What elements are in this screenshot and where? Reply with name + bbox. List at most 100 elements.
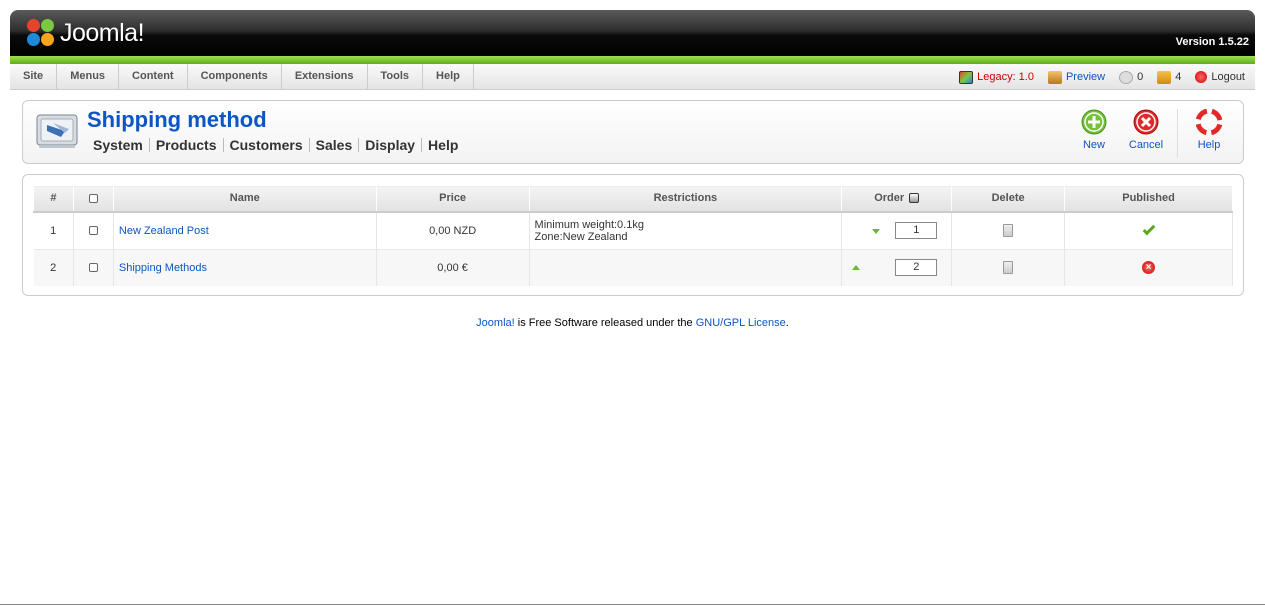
new-button[interactable]: New (1068, 109, 1120, 157)
row-delete-cell (951, 211, 1066, 250)
shipping-method-icon (35, 111, 79, 151)
submenu-system[interactable]: System (91, 138, 150, 152)
col-header-select-all (72, 185, 114, 213)
logout-icon (1195, 71, 1208, 83)
move-up-icon[interactable] (852, 264, 861, 270)
cancel-button[interactable]: Cancel (1120, 109, 1172, 157)
row-price: 0,00 € (376, 249, 530, 286)
submenu-products[interactable]: Products (150, 138, 224, 152)
submenu-customers[interactable]: Customers (224, 138, 310, 152)
help-button[interactable]: Help (1183, 108, 1235, 157)
plus-icon (1081, 109, 1107, 135)
restriction-zone: Zone:New Zealand (534, 230, 628, 243)
users-icon (1157, 70, 1172, 84)
restriction-weight: Minimum weight:0.1kg (534, 218, 644, 231)
col-header-delete: Delete (951, 185, 1066, 213)
row-number: 2 (33, 249, 74, 286)
order-input[interactable]: 2 (895, 258, 938, 276)
legacy-icon (959, 70, 974, 84)
table-row: 1 New Zealand Post 0,00 NZD Minimum weig… (33, 211, 1233, 250)
menu-item-content[interactable]: Content (119, 64, 188, 90)
row-number: 1 (33, 211, 74, 250)
row-name-cell: New Zealand Post (113, 211, 377, 250)
menu-item-site[interactable]: Site (10, 64, 58, 90)
preview-icon (1047, 70, 1062, 84)
submenu-sales[interactable]: Sales (310, 138, 360, 152)
gpl-license-link[interactable]: GNU/GPL License (696, 317, 786, 329)
menu-item-help[interactable]: Help (423, 64, 474, 90)
messages-count-label: 0 (1137, 71, 1144, 83)
cancel-button-label: Cancel (1128, 139, 1164, 151)
col-header-num: # (33, 185, 74, 213)
shipping-method-link[interactable]: New Zealand Post (119, 225, 209, 237)
content-box: # Name Price Restrictions Order Delete P… (22, 174, 1244, 296)
trash-icon[interactable] (1003, 224, 1014, 237)
submenu-display[interactable]: Display (359, 138, 423, 152)
messages-count[interactable]: 0 (1119, 70, 1144, 84)
save-order-icon[interactable] (909, 193, 920, 204)
logout-link[interactable]: Logout (1195, 71, 1245, 83)
order-input[interactable]: 1 (895, 221, 938, 239)
footer-text: is Free Software released under the (514, 317, 696, 329)
row-price: 0,00 NZD (376, 211, 530, 250)
new-button-label: New (1082, 139, 1105, 151)
shipping-methods-table: # Name Price Restrictions Order Delete P… (33, 185, 1233, 286)
legacy-status[interactable]: Legacy: 1.0 (959, 70, 1034, 84)
menu-item-components[interactable]: Components (188, 64, 282, 90)
row-delete-cell (951, 249, 1066, 286)
preview-label: Preview (1065, 71, 1106, 83)
component-submenu: System Products Customers Sales Display … (91, 138, 464, 152)
col-header-order[interactable]: Order (841, 185, 953, 213)
shipping-method-link[interactable]: Shipping Methods (119, 262, 207, 274)
logo-text: Joomla! (60, 18, 145, 47)
row-name-cell: Shipping Methods (113, 249, 377, 286)
users-count[interactable]: 4 (1157, 70, 1182, 84)
users-count-label: 4 (1175, 71, 1182, 83)
menu-item-extensions[interactable]: Extensions (282, 64, 368, 90)
published-check-icon[interactable] (1142, 222, 1155, 235)
col-header-order-label: Order (874, 192, 905, 205)
page-title: Shipping method (87, 107, 267, 132)
row-order-cell: 2 (841, 249, 953, 286)
messages-icon (1119, 70, 1134, 84)
col-header-published: Published (1064, 185, 1233, 213)
row-checkbox[interactable] (88, 263, 98, 273)
row-published-cell: × (1064, 249, 1233, 286)
bottom-divider (0, 604, 1265, 605)
unpublished-x-icon[interactable]: × (1142, 261, 1156, 274)
row-order-cell: 1 (841, 211, 953, 250)
menu-item-menus[interactable]: Menus (57, 64, 120, 90)
col-header-price[interactable]: Price (375, 185, 530, 213)
header-accent-bar (10, 56, 1255, 64)
joomla-link[interactable]: Joomla! (476, 317, 515, 329)
select-all-checkbox[interactable] (88, 193, 98, 203)
col-header-name[interactable]: Name (112, 185, 377, 213)
status-bar: Legacy: 1.0 Preview 0 4 Logout (959, 64, 1245, 90)
row-checkbox[interactable] (88, 226, 98, 236)
toolbar-box: Shipping method System Products Customer… (22, 100, 1244, 164)
table-header-row: # Name Price Restrictions Order Delete P… (33, 185, 1233, 213)
move-down-icon[interactable] (872, 228, 881, 234)
main-menu-bar: Site Menus Content Components Extensions… (10, 64, 1255, 90)
submenu-help[interactable]: Help (422, 138, 464, 152)
row-restrictions: Minimum weight:0.1kg Zone:New Zealand (529, 211, 843, 250)
legacy-label: Legacy: 1.0 (977, 71, 1034, 83)
cancel-icon (1133, 109, 1159, 135)
joomla-logo[interactable]: Joomla! (26, 16, 145, 50)
row-select-cell (73, 249, 114, 286)
preview-link[interactable]: Preview (1047, 70, 1106, 84)
logout-label: Logout (1211, 71, 1245, 83)
version-label: Version 1.5.22 (1175, 36, 1249, 48)
toolbar-buttons: New Cancel Help (1068, 108, 1235, 157)
trash-icon[interactable] (1003, 261, 1014, 274)
menu-item-tools[interactable]: Tools (368, 64, 424, 90)
col-header-restrictions: Restrictions (528, 185, 843, 213)
row-published-cell (1064, 211, 1233, 250)
row-select-cell (73, 211, 114, 250)
row-restrictions (529, 249, 843, 286)
joomla-logo-icon (26, 18, 56, 48)
toolbar-divider (1177, 109, 1178, 157)
footer-period: . (785, 317, 789, 329)
footer: Joomla! is Free Software released under … (0, 317, 1265, 329)
lifebuoy-icon (1195, 108, 1223, 136)
